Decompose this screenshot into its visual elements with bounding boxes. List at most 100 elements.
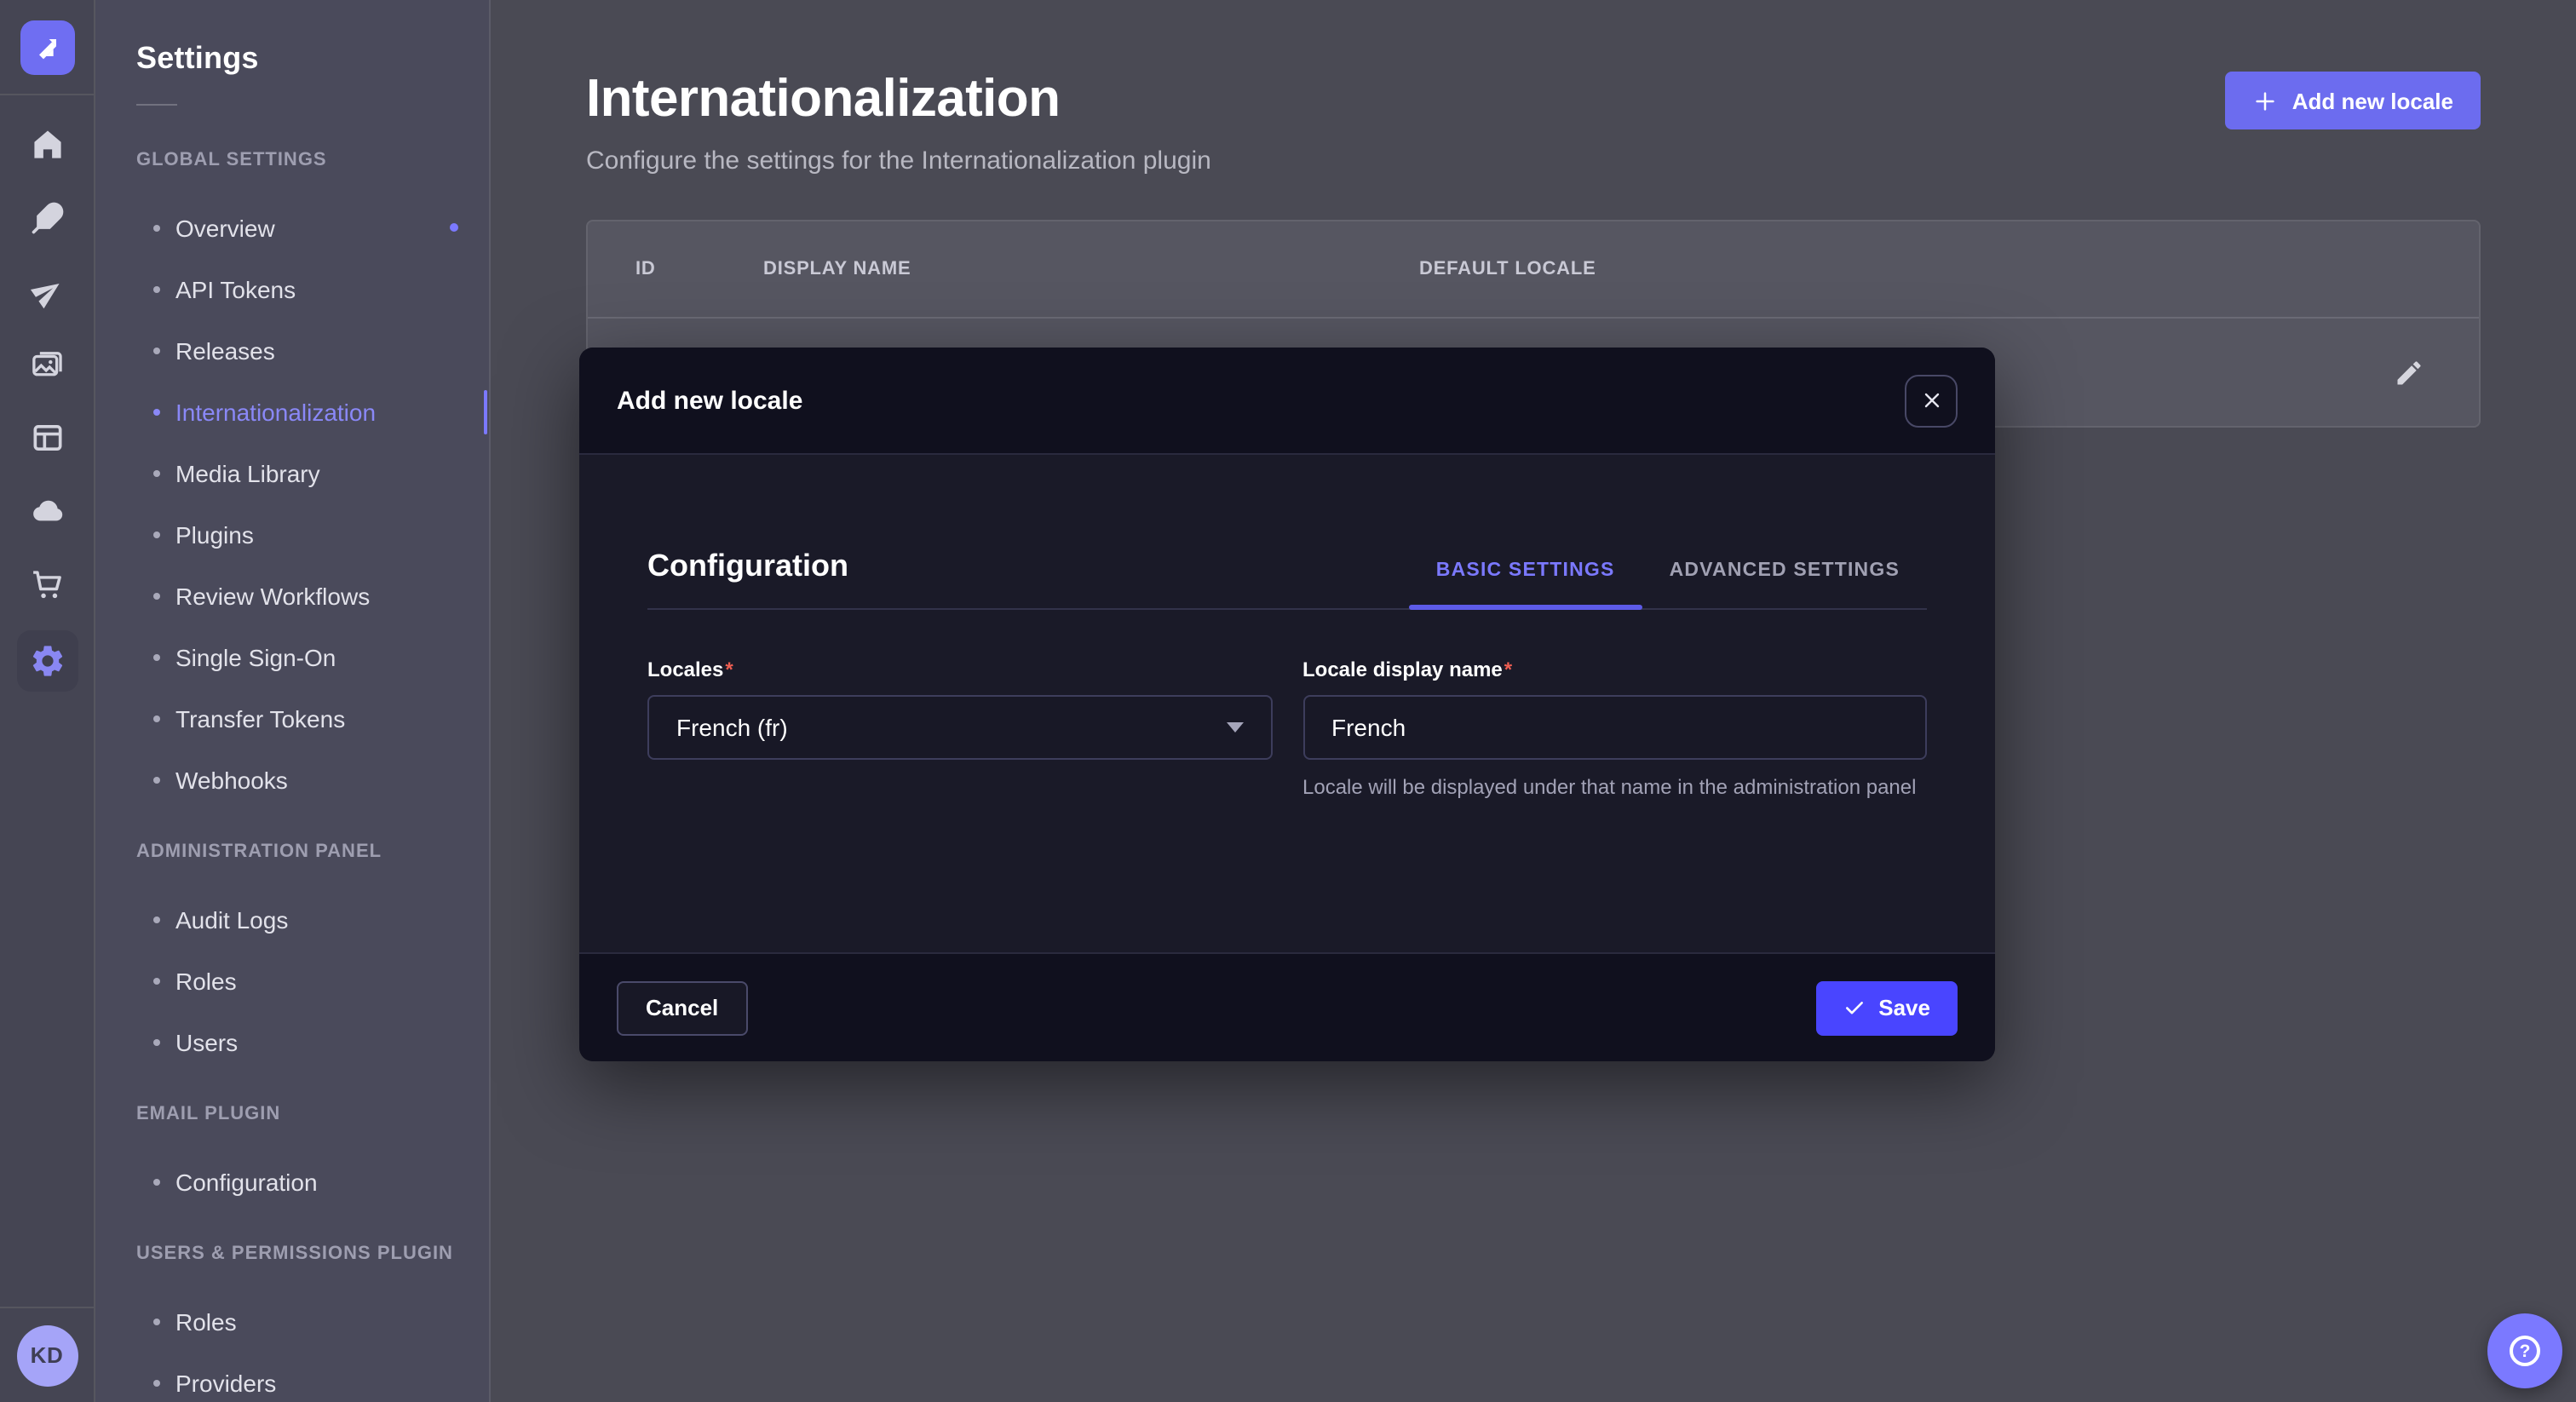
bullet-icon <box>153 286 160 293</box>
sidebar-section-email-plugin: EMAIL PLUGINConfiguration <box>95 1083 489 1213</box>
locales-select-value: French (fr) <box>676 714 788 741</box>
sidebar-nav: GLOBAL SETTINGS Overview API Tokens Release… <box>95 129 489 1402</box>
sidebar-item-label: Roles <box>175 1308 237 1336</box>
display-name-hint: Locale will be displayed under that name… <box>1302 773 1927 803</box>
close-icon <box>1921 390 1941 411</box>
sidebar-item-single-sign-on[interactable]: Single Sign-On <box>95 627 489 688</box>
sidebar-item-label: Overview <box>175 215 275 242</box>
layout-icon[interactable] <box>26 417 67 458</box>
sidebar-item-label: API Tokens <box>175 276 296 303</box>
edit-pencil-icon[interactable] <box>2394 357 2424 388</box>
feather-icon[interactable] <box>26 198 67 238</box>
sidebar-item-plugins[interactable]: Plugins <box>95 504 489 566</box>
sidebar-item-webhooks[interactable]: Webhooks <box>95 750 489 811</box>
modal-close-button[interactable] <box>1905 374 1958 427</box>
sidebar-title: Settings <box>136 41 489 77</box>
display-name-field: Locale display name* Locale will be disp… <box>1302 654 1927 803</box>
cloud-icon[interactable] <box>26 491 67 531</box>
tab-basic-settings[interactable]: BASIC SETTINGS <box>1409 557 1642 584</box>
bullet-icon <box>153 777 160 784</box>
sidebar-item-label: Webhooks <box>175 767 288 794</box>
svg-text:?: ? <box>2520 1342 2531 1361</box>
strapi-logo-icon <box>30 30 64 64</box>
bullet-icon <box>153 1319 160 1325</box>
sidebar-item-label: Internationalization <box>175 399 376 426</box>
send-icon[interactable] <box>26 271 67 312</box>
cancel-button[interactable]: Cancel <box>617 980 747 1035</box>
rail-footer: KD <box>0 1307 94 1402</box>
sidebar-item-providers[interactable]: Providers <box>95 1353 489 1402</box>
media-icon[interactable] <box>26 344 67 385</box>
sidebar-section-administration-panel: ADMINISTRATION PANEL Audit Logs Roles Users <box>95 821 489 1073</box>
bullet-icon <box>153 409 160 416</box>
sidebar-item-configuration[interactable]: Configuration <box>95 1152 489 1213</box>
cart-icon[interactable] <box>26 564 67 605</box>
sidebar-item-users[interactable]: Users <box>95 1012 489 1073</box>
tab-advanced-settings[interactable]: ADVANCED SETTINGS <box>1642 557 1927 584</box>
sidebar-item-api-tokens[interactable]: API Tokens <box>95 259 489 320</box>
bullet-icon <box>153 593 160 600</box>
locales-field: Locales* French (fr) <box>647 654 1272 803</box>
chevron-down-icon <box>1226 722 1243 733</box>
settings-tabs: BASIC SETTINGS ADVANCED SETTINGS <box>1409 557 1927 584</box>
modal-footer: Cancel Save <box>579 952 1995 1061</box>
sidebar-item-roles[interactable]: Roles <box>95 951 489 1012</box>
avatar[interactable]: KD <box>16 1324 78 1386</box>
settings-sidebar: Settings GLOBAL SETTINGS Overview API Toke… <box>95 0 491 1402</box>
locales-select[interactable]: French (fr) <box>647 695 1272 760</box>
sidebar-item-label: Audit Logs <box>175 906 288 934</box>
bullet-icon <box>153 1179 160 1186</box>
sidebar-item-review-workflows[interactable]: Review Workflows <box>95 566 489 627</box>
sidebar-item-label: Configuration <box>175 1169 318 1196</box>
sidebar-item-label: Transfer Tokens <box>175 705 345 733</box>
page-title: Internationalization <box>586 68 1211 129</box>
rail-icon-list <box>0 95 94 685</box>
sidebar-item-label: Providers <box>175 1370 276 1397</box>
sidebar-item-label: Single Sign-On <box>175 644 336 671</box>
add-locale-modal: Add new locale Configuration BASIC SETTI… <box>579 348 1995 1061</box>
notification-dot <box>450 223 458 232</box>
sidebar-item-roles[interactable]: Roles <box>95 1291 489 1353</box>
sidebar-item-internationalization[interactable]: Internationalization <box>95 382 489 443</box>
locales-label: Locales* <box>647 658 733 681</box>
sidebar-item-transfer-tokens[interactable]: Transfer Tokens <box>95 688 489 750</box>
configuration-divider <box>647 608 1927 610</box>
help-button[interactable]: ? <box>2487 1313 2562 1388</box>
sidebar-item-label: Releases <box>175 337 275 365</box>
locales-table-header: ID DISPLAY NAME DEFAULT LOCALE <box>588 221 2479 317</box>
sidebar-item-audit-logs[interactable]: Audit Logs <box>95 889 489 951</box>
home-icon[interactable] <box>26 124 67 165</box>
check-icon <box>1843 997 1865 1019</box>
modal-header: Add new locale <box>579 348 1995 455</box>
add-new-locale-button[interactable]: Add new locale <box>2226 72 2481 129</box>
settings-icon[interactable] <box>16 630 78 692</box>
sidebar-item-overview[interactable]: Overview <box>95 198 489 259</box>
section-header-administration-panel: ADMINISTRATION PANEL <box>95 821 489 882</box>
bullet-icon <box>153 1380 160 1387</box>
column-header-id: ID <box>635 259 763 279</box>
sidebar-item-media-library[interactable]: Media Library <box>95 443 489 504</box>
sidebar-section-global-settings: GLOBAL SETTINGS Overview API Tokens Release… <box>95 129 489 811</box>
configuration-heading: Configuration <box>647 549 848 584</box>
section-header-users-permissions-plugin: USERS & PERMISSIONS PLUGIN <box>95 1223 489 1284</box>
plus-icon <box>2253 88 2279 113</box>
locale-display-name-input[interactable] <box>1302 695 1927 760</box>
sidebar-item-label: Plugins <box>175 521 254 549</box>
save-button[interactable]: Save <box>1815 980 1958 1035</box>
page-subtitle: Configure the settings for the Internati… <box>586 147 1211 175</box>
modal-title: Add new locale <box>617 386 802 415</box>
sidebar-item-label: Media Library <box>175 460 320 487</box>
display-name-label: Locale display name* <box>1302 658 1512 681</box>
sidebar-item-releases[interactable]: Releases <box>95 320 489 382</box>
bullet-icon <box>153 978 160 985</box>
save-label: Save <box>1878 995 1930 1020</box>
sidebar-item-label: Roles <box>175 968 237 995</box>
sidebar-title-divider <box>136 104 177 106</box>
bullet-icon <box>153 470 160 477</box>
bullet-icon <box>153 715 160 722</box>
bullet-icon <box>153 916 160 923</box>
sidebar-section-users-permissions-plugin: USERS & PERMISSIONS PLUGIN Roles Providers <box>95 1223 489 1402</box>
strapi-logo[interactable] <box>20 20 74 74</box>
section-header-global-settings: GLOBAL SETTINGS <box>95 129 489 191</box>
active-item-indicator <box>484 390 487 434</box>
